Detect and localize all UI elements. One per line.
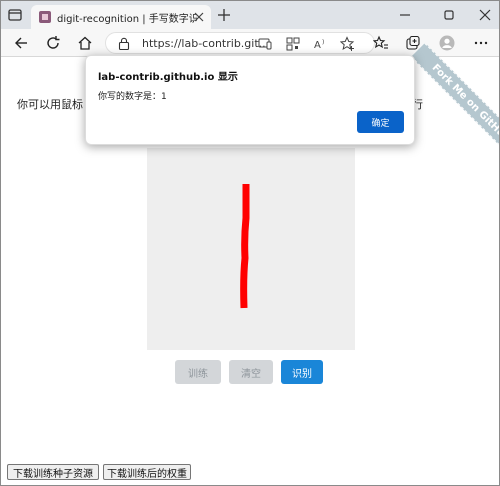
back-icon[interactable] bbox=[13, 35, 29, 51]
browser-window: digit-recognition | 手写数字识别 https://lab-c… bbox=[0, 0, 500, 486]
new-tab-icon[interactable] bbox=[217, 8, 231, 22]
favorite-star-icon[interactable] bbox=[340, 36, 356, 52]
ok-button[interactable]: 确定 bbox=[357, 111, 404, 133]
download-seed-button[interactable]: 下载训练种子资源 bbox=[7, 464, 99, 480]
minimize-icon[interactable] bbox=[397, 7, 413, 23]
alert-dialog: lab-contrib.github.io 显示 你写的数字是：1 确定 bbox=[85, 55, 415, 145]
more-options-icon[interactable] bbox=[473, 35, 489, 51]
maximize-icon[interactable] bbox=[441, 7, 457, 23]
favicon-icon bbox=[39, 11, 51, 23]
tab-title: digit-recognition | 手写数字识别 bbox=[57, 13, 197, 25]
lock-icon[interactable] bbox=[118, 37, 130, 50]
download-weights-button[interactable]: 下载训练后的权重 bbox=[103, 464, 191, 480]
dialog-title: lab-contrib.github.io 显示 bbox=[98, 72, 238, 83]
drawing-canvas[interactable] bbox=[147, 148, 355, 350]
browser-tab[interactable]: digit-recognition | 手写数字识别 bbox=[31, 5, 211, 29]
app-available-icon[interactable] bbox=[258, 38, 272, 50]
recognize-button[interactable]: 识别 bbox=[281, 360, 323, 384]
home-icon[interactable] bbox=[77, 35, 93, 51]
favorites-icon[interactable] bbox=[373, 35, 389, 51]
train-button[interactable]: 训练 bbox=[175, 360, 221, 384]
close-tab-icon[interactable] bbox=[193, 11, 205, 23]
address-bar[interactable]: https://lab-contrib.git... A ) bbox=[105, 32, 375, 54]
dialog-message: 你写的数字是：1 bbox=[98, 92, 167, 102]
svg-text:A: A bbox=[314, 40, 321, 51]
handwritten-stroke bbox=[240, 184, 250, 309]
qr-code-icon[interactable] bbox=[286, 37, 300, 51]
tab-actions-icon[interactable] bbox=[7, 7, 23, 23]
tab-bar: digit-recognition | 手写数字识别 bbox=[1, 1, 499, 29]
refresh-icon[interactable] bbox=[45, 35, 61, 51]
close-window-icon[interactable] bbox=[477, 7, 493, 23]
url-text: https://lab-contrib.git... bbox=[142, 37, 270, 50]
read-aloud-icon[interactable]: A ) bbox=[314, 37, 330, 51]
clear-button[interactable]: 清空 bbox=[229, 360, 273, 384]
svg-text:): ) bbox=[322, 39, 324, 46]
profile-avatar-icon[interactable] bbox=[439, 35, 455, 51]
